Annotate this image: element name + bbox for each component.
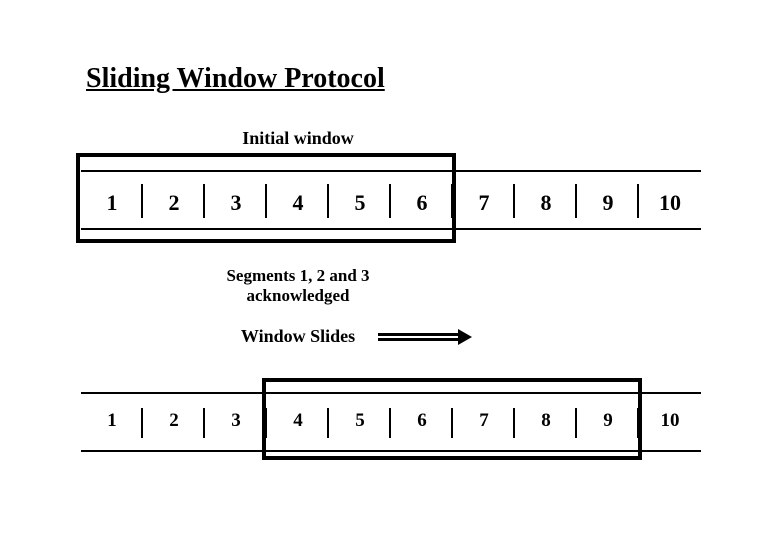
segment-cell: 3 bbox=[205, 392, 267, 450]
window-box-initial bbox=[76, 153, 456, 243]
segment-cell: 9 bbox=[577, 170, 639, 228]
segment-number: 10 bbox=[639, 190, 701, 216]
arrow-bar bbox=[378, 333, 458, 336]
label-acknowledged: Segments 1, 2 and 3 acknowledged bbox=[198, 266, 398, 307]
label-initial-window: Initial window bbox=[198, 128, 398, 149]
segment-cell: 10 bbox=[639, 170, 701, 228]
segment-number: 10 bbox=[639, 410, 701, 432]
segment-cell: 1 bbox=[81, 392, 143, 450]
page-title: Sliding Window Protocol bbox=[86, 63, 385, 95]
segment-cell: 8 bbox=[515, 170, 577, 228]
arrow-bar bbox=[378, 338, 458, 341]
segment-number: 3 bbox=[205, 410, 267, 432]
segment-cell: 7 bbox=[453, 170, 515, 228]
segment-number: 7 bbox=[453, 190, 515, 216]
label-window-slides: Window Slides bbox=[198, 326, 398, 347]
segment-cell: 2 bbox=[143, 392, 205, 450]
arrow-head bbox=[458, 329, 472, 345]
segment-number: 9 bbox=[577, 190, 639, 216]
segment-number: 8 bbox=[515, 190, 577, 216]
arrow-right-icon bbox=[378, 333, 472, 341]
segment-cell: 10 bbox=[639, 392, 701, 450]
window-box-after-slide bbox=[262, 378, 642, 460]
segment-number: 2 bbox=[143, 410, 205, 432]
segment-number: 1 bbox=[81, 410, 143, 432]
